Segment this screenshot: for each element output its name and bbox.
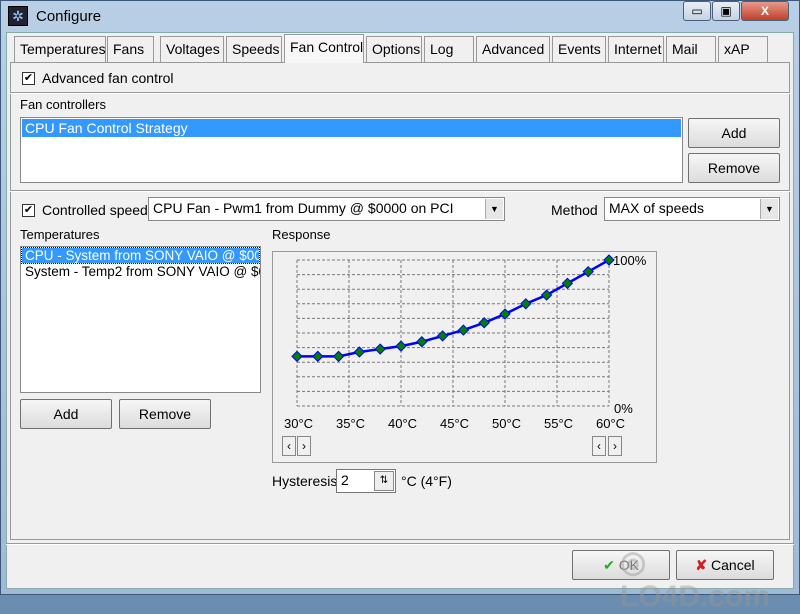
curve-point[interactable] [291, 350, 303, 363]
tab-fan-control[interactable]: Fan Control [284, 34, 364, 63]
response-chart[interactable] [0, 0, 800, 595]
y-min-label: 0% [614, 401, 633, 416]
curve-point[interactable] [332, 350, 345, 363]
curve-point[interactable] [457, 324, 470, 336]
left-start-decrease-button[interactable]: ‹ [282, 436, 296, 456]
left-start-increase-button[interactable]: › [297, 436, 311, 456]
curve-point[interactable] [499, 308, 511, 320]
hysteresis-value: 2 [341, 472, 349, 488]
curve-point[interactable] [561, 277, 574, 290]
curve-point[interactable] [395, 340, 407, 352]
x-tick-label: 50°C [492, 416, 522, 431]
curve-point[interactable] [353, 346, 366, 358]
checkmark-icon: ✔ [603, 557, 615, 573]
x-tick-label: 35°C [336, 416, 366, 431]
x-tick-label: 45°C [440, 416, 470, 431]
hysteresis-label: Hysteresis [272, 473, 338, 489]
x-tick-label: 40°C [388, 416, 418, 431]
x-tick-label: 30°C [284, 416, 314, 431]
spin-updown-icon[interactable]: ⇅ [374, 471, 394, 491]
curve-point[interactable] [520, 298, 532, 310]
watermark-logo: ◎ LO4D.com [620, 546, 771, 613]
x-tick-label: 55°C [544, 416, 574, 431]
x-tick-label: 60°C [596, 416, 626, 431]
right-end-increase-button[interactable]: › [608, 436, 622, 456]
hysteresis-unit: °C (4°F) [401, 473, 452, 489]
curve-point[interactable] [478, 317, 490, 329]
y-max-label: 100% [613, 253, 647, 268]
curve-point[interactable] [582, 265, 594, 278]
curve-point[interactable] [312, 350, 324, 363]
right-end-decrease-button[interactable]: ‹ [592, 436, 606, 456]
curve-point[interactable] [416, 336, 428, 348]
curve-point[interactable] [540, 289, 553, 301]
curve-point[interactable] [374, 343, 386, 355]
curve-point[interactable] [436, 330, 449, 342]
